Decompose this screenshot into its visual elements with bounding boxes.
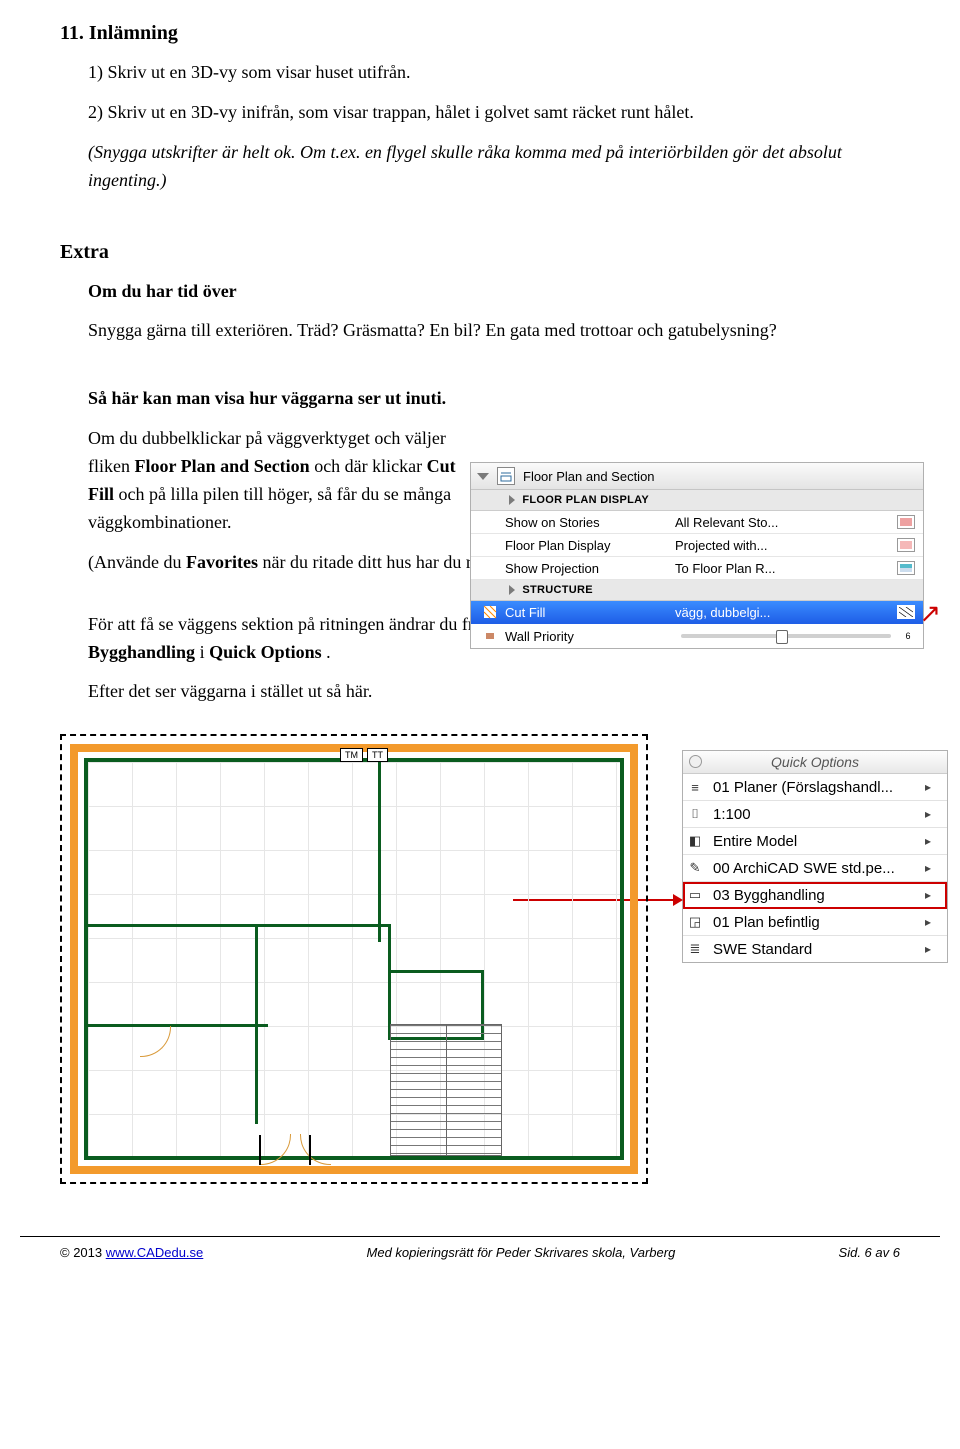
close-icon[interactable]: [689, 755, 702, 768]
tag-tt: TT: [367, 748, 388, 762]
wall-priority-icon: [483, 629, 497, 643]
copyright: © 2013: [60, 1245, 106, 1260]
extra-line: Snygga gärna till exteriören. Träd? Gräs…: [60, 317, 900, 345]
qo-planer[interactable]: ≡ 01 Planer (Förslagshandl... ▸: [683, 774, 947, 801]
drawing-icon: ▭: [687, 888, 703, 902]
qo-scale[interactable]: ⌷ 1:100 ▸: [683, 801, 947, 828]
row-show-on-stories[interactable]: Show on Stories All Relevant Sto...: [471, 511, 923, 534]
qo-entire-model[interactable]: ◧ Entire Model ▸: [683, 828, 947, 855]
door-icon: [260, 1134, 300, 1174]
cut-fill-icon: [483, 605, 497, 619]
chevron-right-icon[interactable]: ▸: [925, 942, 943, 956]
quick-options-panel[interactable]: Quick Options ≡ 01 Planer (Förslagshandl…: [682, 750, 948, 963]
qo-pen[interactable]: ✎ 00 ArchiCAD SWE std.pe... ▸: [683, 855, 947, 882]
section-tool-icon: [497, 467, 515, 485]
walls-heading: Så här kan man visa hur väggarna ser ut …: [88, 385, 900, 413]
extra-bold: Om du har tid över: [60, 278, 900, 306]
display-icon: [897, 538, 915, 552]
row-cut-fill[interactable]: Cut Fill vägg, dubbelgi...: [471, 601, 923, 624]
group-structure[interactable]: STRUCTURE: [471, 580, 923, 601]
priority-value-icon: 6: [897, 631, 919, 641]
footer-page-num: Sid. 6 av 6: [839, 1245, 900, 1260]
red-arrow-icon: ↗: [919, 600, 941, 626]
group-floor-plan-display[interactable]: FLOOR PLAN DISPLAY: [471, 490, 923, 511]
italic-note: (Snygga utskrifter är helt ok. Om t.ex. …: [60, 139, 900, 195]
tag-tm: TM: [340, 748, 363, 762]
chevron-right-icon[interactable]: ▸: [925, 888, 943, 902]
qo-bygghandling[interactable]: ▭ 03 Bygghandling ▸: [683, 882, 947, 909]
collapse-icon[interactable]: [477, 473, 489, 480]
chevron-right-icon[interactable]: ▸: [925, 834, 943, 848]
chevron-right-icon[interactable]: ▸: [925, 807, 943, 821]
model-icon: ◧: [687, 834, 703, 848]
standard-icon: ≣: [687, 942, 703, 956]
door-icon: [140, 1026, 180, 1066]
extra-heading: Extra: [60, 241, 900, 264]
quick-options-title: Quick Options: [683, 751, 947, 774]
page-footer: © 2013 www.CADedu.se Med kopieringsrätt …: [20, 1236, 940, 1278]
section-change-2: Efter det ser väggarna i stället ut så h…: [88, 678, 900, 706]
section-heading: 11. Inlämning: [60, 22, 900, 45]
item-1: 1) Skriv ut en 3D-vy som visar huset uti…: [60, 59, 900, 87]
qo-plan-befintlig[interactable]: ◲ 01 Plan befintlig ▸: [683, 909, 947, 936]
chevron-right-icon[interactable]: ▸: [925, 861, 943, 875]
layers-icon: ≡: [687, 780, 703, 794]
floor-plan-section-panel[interactable]: Floor Plan and Section FLOOR PLAN DISPLA…: [470, 462, 924, 649]
projection-icon: [897, 561, 915, 575]
plan-icon: ◲: [687, 915, 703, 929]
footer-mid: Med kopieringsrätt för Peder Skrivares s…: [367, 1245, 676, 1260]
slider-thumb[interactable]: [776, 630, 788, 644]
stairs-icon: [390, 1024, 502, 1156]
door-icon: [310, 1134, 350, 1174]
cut-fill-pattern-icon[interactable]: [897, 605, 915, 619]
pen-icon: ✎: [687, 861, 703, 875]
row-floor-plan-display[interactable]: Floor Plan Display Projected with...: [471, 534, 923, 557]
floor-plan-drawing: TM TT: [60, 734, 648, 1184]
footer-link[interactable]: www.CADedu.se: [106, 1245, 204, 1260]
panel-title: Floor Plan and Section: [523, 469, 655, 484]
row-show-projection[interactable]: Show Projection To Floor Plan R...: [471, 557, 923, 580]
scale-icon: ⌷: [687, 807, 703, 821]
chevron-right-icon[interactable]: ▸: [925, 780, 943, 794]
row-wall-priority[interactable]: Wall Priority 6: [471, 624, 923, 648]
stories-icon: [897, 515, 915, 529]
walls-paragraph-1: Om du dubbelklickar på väggverktyget och…: [88, 425, 478, 537]
item-2: 2) Skriv ut en 3D-vy inifrån, som visar …: [60, 99, 900, 127]
qo-swe-standard[interactable]: ≣ SWE Standard ▸: [683, 936, 947, 962]
chevron-right-icon[interactable]: ▸: [925, 915, 943, 929]
